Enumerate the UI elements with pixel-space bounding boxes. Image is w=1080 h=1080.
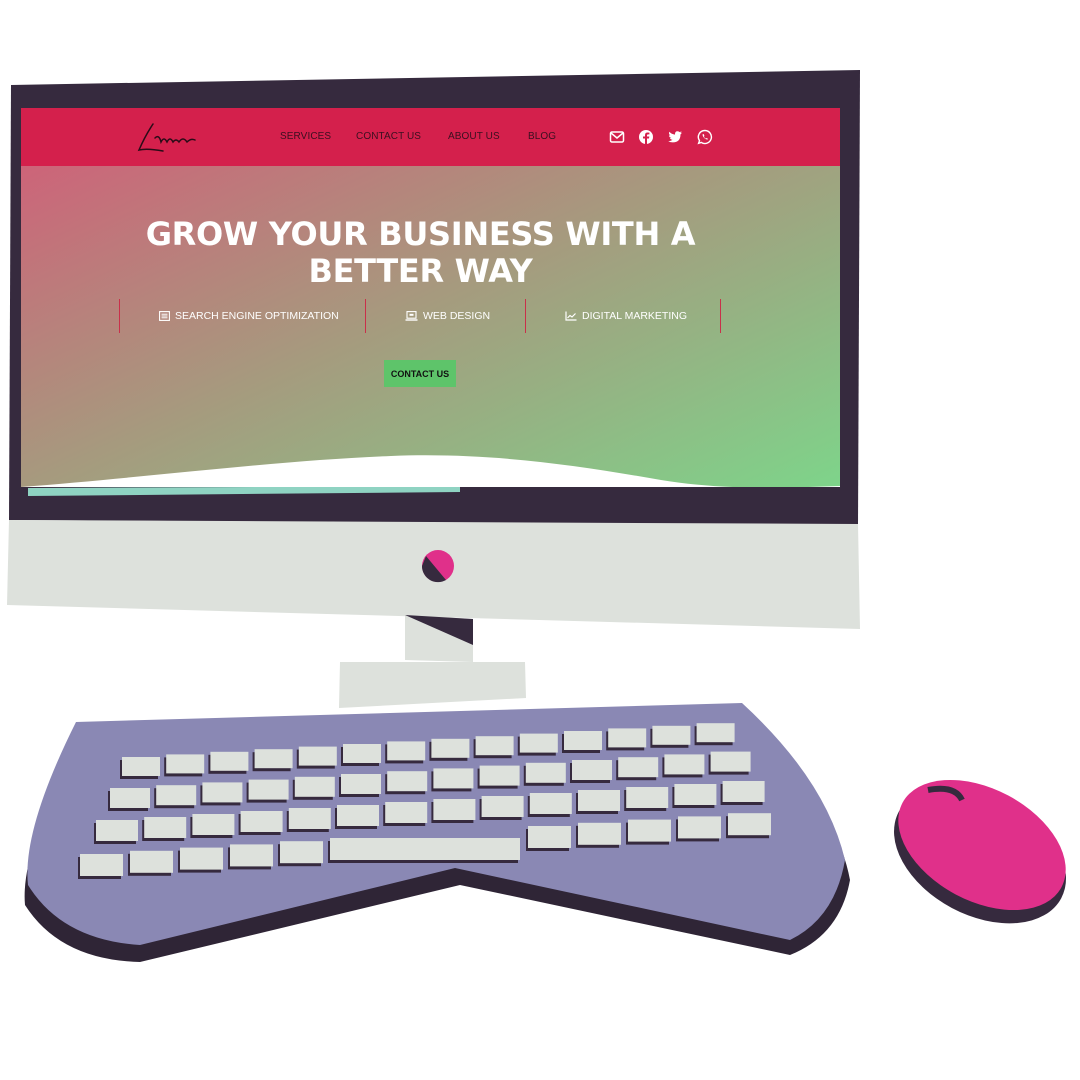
- keyboard-key: [652, 725, 691, 745]
- divider: [720, 299, 721, 333]
- keyboard-key: [525, 762, 566, 783]
- service-web-design-label: WEB DESIGN: [423, 310, 491, 322]
- divider: [525, 299, 526, 333]
- service-seo[interactable]: SEARCH ENGINE OPTIMIZATION: [159, 310, 339, 322]
- laptop-icon: [405, 311, 418, 321]
- hero-headline: GROW YOUR BUSINESS WITH A BETTER WAY: [21, 216, 820, 290]
- keyboard-key: [628, 819, 671, 842]
- keyboard-key: [479, 765, 520, 786]
- hero-headline-line1: GROW YOUR BUSINESS WITH A: [145, 215, 696, 253]
- keyboard-key: [528, 826, 571, 848]
- keyboard-key: [230, 844, 273, 867]
- keyboard-key: [288, 808, 331, 829]
- keyboard-key: [578, 790, 620, 811]
- keyboard-key: [578, 822, 621, 845]
- keyboard-key: [722, 781, 765, 802]
- nav-services[interactable]: SERVICES: [280, 131, 331, 142]
- keyboard-key: [696, 723, 735, 743]
- keyboard-key: [618, 757, 659, 778]
- whatsapp-icon[interactable]: [697, 129, 713, 145]
- keyboard-key: [343, 744, 381, 763]
- divider: [119, 299, 120, 333]
- keyboard-key: [192, 814, 235, 835]
- keyboard-key: [475, 736, 514, 756]
- twitter-icon[interactable]: [667, 129, 683, 145]
- keyboard-key: [710, 751, 751, 772]
- logo[interactable]: [133, 118, 203, 156]
- keyboard-key: [254, 749, 293, 769]
- keyboard-key: [210, 751, 249, 771]
- list-icon: [159, 311, 170, 321]
- nav-contact-us[interactable]: CONTACT US: [356, 131, 421, 142]
- service-seo-label: SEARCH ENGINE OPTIMIZATION: [175, 310, 339, 322]
- website-screen: SERVICES CONTACT US ABOUT US BLOG GROW Y…: [21, 108, 840, 487]
- keyboard-key: [626, 787, 669, 808]
- keyboard-key: [608, 728, 647, 748]
- service-web-design[interactable]: WEB DESIGN: [405, 310, 490, 322]
- keyboard-key: [728, 813, 771, 836]
- keyboard-key: [330, 838, 520, 860]
- keyboard-key: [341, 774, 381, 794]
- keyboard-key: [166, 754, 205, 774]
- keyboard-key: [298, 746, 337, 766]
- contact-us-button[interactable]: CONTACT US: [384, 360, 456, 387]
- keyboard-key: [564, 731, 602, 750]
- hero-headline-line2: BETTER WAY: [308, 252, 533, 290]
- keyboard-key: [481, 796, 524, 817]
- nav-about-us[interactable]: ABOUT US: [448, 131, 500, 142]
- keyboard-key: [130, 850, 173, 873]
- service-digital-marketing[interactable]: DIGITAL MARKETING: [565, 310, 687, 322]
- keyboard-key: [110, 788, 150, 808]
- keyboard-key: [248, 779, 289, 800]
- keyboard-key: [385, 802, 428, 823]
- chart-line-icon: [565, 311, 577, 321]
- keyboard-key: [387, 741, 426, 761]
- keyboard-key: [156, 785, 197, 806]
- monitor-base: [339, 662, 526, 708]
- keyboard-key: [202, 782, 243, 803]
- keyboard-key: [519, 733, 558, 753]
- keyboard-key: [431, 738, 470, 758]
- keyboard-key: [96, 820, 138, 841]
- keyboard-key: [80, 854, 123, 876]
- keyboard-key: [122, 757, 160, 776]
- service-digital-marketing-label: DIGITAL MARKETING: [582, 310, 688, 322]
- keyboard-key: [572, 760, 612, 780]
- divider: [365, 299, 366, 333]
- keyboard-key: [280, 841, 323, 864]
- keyboard-key: [240, 811, 283, 832]
- keyboard-key: [433, 768, 474, 789]
- keyboard-key: [387, 771, 428, 792]
- nav-blog[interactable]: BLOG: [528, 131, 556, 142]
- top-navbar: SERVICES CONTACT US ABOUT US BLOG: [21, 108, 840, 166]
- keyboard-key: [674, 784, 717, 805]
- keyboard-key: [337, 805, 379, 826]
- keyboard-key: [294, 776, 335, 797]
- mail-icon[interactable]: [609, 129, 625, 145]
- keyboard-key: [664, 754, 705, 775]
- keyboard-key: [678, 816, 721, 839]
- keyboard-key: [144, 817, 187, 838]
- keyboard-key: [180, 847, 223, 870]
- keyboard-key: [433, 799, 476, 820]
- facebook-icon[interactable]: [638, 129, 654, 145]
- keyboard-key: [529, 793, 572, 814]
